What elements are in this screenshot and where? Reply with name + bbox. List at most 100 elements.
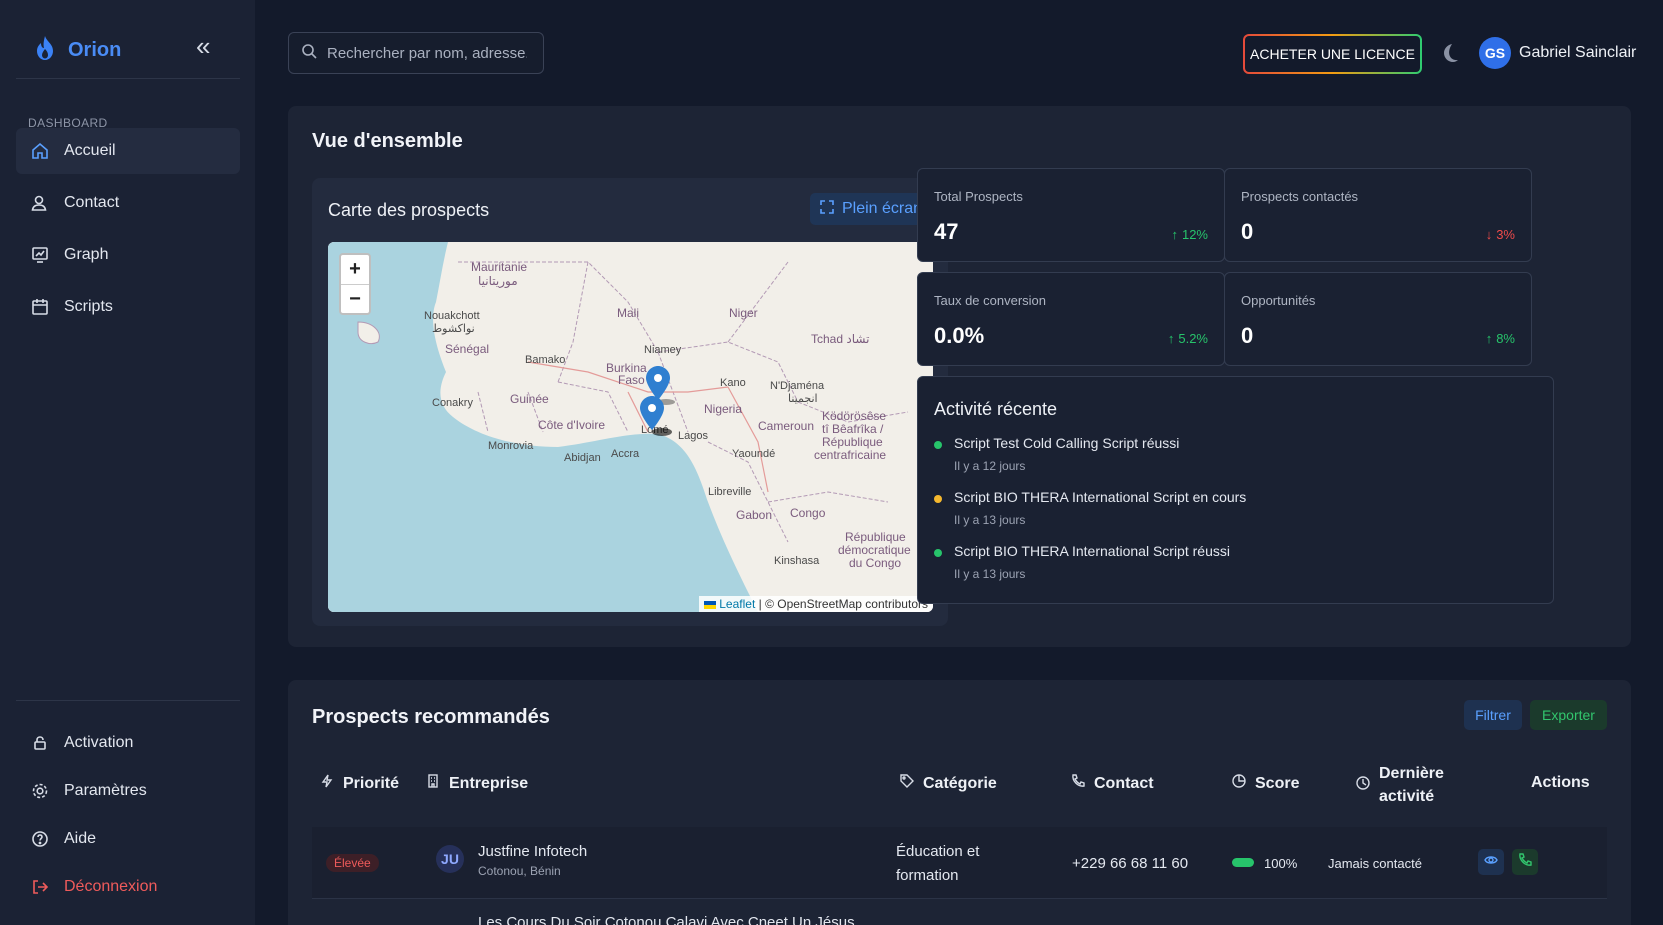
sidebar-item-parametres[interactable]: Paramètres (16, 768, 240, 814)
next-row-company-name[interactable]: Les Cours Du Soir Cotonou Calavi Avec Cn… (478, 914, 855, 925)
divider (16, 700, 240, 701)
sidebar-item-deconnexion[interactable]: Déconnexion (16, 864, 240, 910)
score-bar (1232, 858, 1254, 867)
sidebar-item-aide[interactable]: Aide (16, 816, 240, 862)
zoom-in-button[interactable]: + (341, 255, 369, 284)
category-line-1: Éducation et (896, 843, 980, 860)
column-header-priority[interactable]: Priorité (320, 774, 399, 793)
sidebar-item-activation[interactable]: Activation (16, 720, 240, 766)
arrow-up-icon: ↑ (1167, 331, 1175, 346)
activity-time: Il y a 12 jours (954, 459, 1026, 473)
sidebar-item-contact[interactable]: Contact (16, 180, 240, 226)
collapse-sidebar-icon[interactable]: « (196, 33, 220, 59)
sidebar-item-label: Scripts (64, 298, 113, 315)
sidebar-item-accueil[interactable]: Accueil (16, 128, 240, 174)
stat-trend: ↑ 12% (1171, 227, 1208, 242)
filter-button[interactable]: Filtrer (1464, 700, 1522, 730)
zoom-out-button[interactable]: − (341, 284, 369, 313)
sidebar-item-scripts[interactable]: Scripts (16, 284, 240, 330)
fullscreen-button[interactable]: Plein écran (810, 193, 932, 225)
map-label: Mauritanie (471, 260, 528, 274)
search-box[interactable] (288, 32, 544, 74)
column-label: Priorité (343, 774, 400, 792)
column-header-category[interactable]: Catégorie (900, 774, 997, 793)
category-line-2: formation (896, 867, 959, 884)
map-label: Niamey (644, 344, 682, 356)
column-label-line: Dernière (1379, 765, 1444, 782)
column-label: Entreprise (449, 774, 529, 792)
column-label: Dernière activité (1379, 762, 1444, 808)
stat-label: Opportunités (1241, 293, 1316, 308)
stat-value: 0 (1241, 219, 1254, 244)
clock-icon (1356, 775, 1370, 795)
logout-icon (30, 877, 50, 897)
lock-icon (30, 733, 50, 753)
trend-value: 8% (1496, 331, 1515, 346)
user-name[interactable]: Gabriel Sainclair (1519, 44, 1636, 62)
map-marker-icon[interactable] (640, 396, 672, 438)
map-card: Carte des prospects Plein écran Mauritan… (312, 178, 948, 626)
column-header-score[interactable]: Score (1232, 774, 1299, 793)
map-label: Abidjan (564, 452, 601, 464)
map-label: Nouakchott (424, 310, 480, 322)
chart-icon (30, 245, 50, 265)
map-label: République (845, 530, 906, 544)
ukraine-flag-icon (703, 600, 716, 609)
table-row[interactable]: Élevée JU Justfine Infotech Cotonou, Bén… (312, 827, 1607, 899)
prospects-map[interactable]: Mauritanie موريتانيا Nouakchott نواكشوط … (328, 242, 933, 612)
moon-icon[interactable] (1438, 42, 1460, 64)
stat-card-prospects-contactes: Prospects contactés 0 ↓ 3% (1224, 168, 1532, 262)
view-button[interactable] (1478, 849, 1504, 875)
map-title: Carte des prospects (328, 200, 490, 220)
column-label: Contact (1094, 774, 1154, 792)
map-label: République (822, 435, 883, 449)
building-icon (426, 774, 440, 793)
phone-number[interactable]: +229 66 68 11 60 (1072, 855, 1188, 872)
column-header-contact[interactable]: Contact (1071, 774, 1154, 793)
company-name[interactable]: Justfine Infotech (478, 843, 587, 860)
flame-icon (34, 35, 56, 66)
tag-icon (900, 774, 914, 793)
column-label: Actions (1531, 774, 1590, 791)
page-title: Vue d'ensemble (312, 130, 463, 152)
avatar[interactable]: GS (1479, 37, 1511, 69)
arrow-down-icon: ↓ (1485, 227, 1493, 242)
activity-time: Il y a 13 jours (954, 513, 1026, 527)
column-header-actions: Actions (1531, 774, 1590, 792)
search-input[interactable] (327, 44, 527, 62)
trend-value: 12% (1181, 227, 1208, 242)
column-header-last-activity[interactable]: Dernière activité (1356, 762, 1444, 808)
map-label: Guinée (510, 392, 549, 406)
column-label-line: activité (1379, 788, 1435, 805)
bolt-icon (320, 774, 334, 793)
stat-value: 47 (934, 219, 959, 244)
map-label: du Congo (849, 556, 902, 570)
fullscreen-label: Plein écran (841, 200, 923, 217)
sidebar-item-label: Graph (64, 246, 109, 263)
activity-text: Script BIO THERA International Script ré… (954, 543, 1230, 559)
calendar-icon (30, 297, 50, 317)
company-location: Cotonou, Bénin (478, 864, 561, 878)
sidebar-item-graph[interactable]: Graph (16, 232, 240, 278)
buy-license-button[interactable]: ACHETER UNE LICENCE (1243, 34, 1422, 74)
trend-value: 3% (1496, 227, 1515, 242)
overview-card: Vue d'ensemble Carte des prospects Plein… (288, 106, 1631, 647)
sidebar-item-label: Accueil (64, 142, 116, 159)
trend-value: 5.2% (1178, 331, 1208, 346)
map-label: Yaoundé (732, 448, 776, 460)
map-label: N'Djaména (770, 380, 825, 392)
brand[interactable]: Orion (34, 30, 121, 70)
map-label: Ködörösêse (822, 409, 887, 423)
brand-name: Orion (68, 38, 122, 61)
leaflet-link[interactable]: Leaflet (719, 597, 755, 611)
sidebar-item-label: Déconnexion (64, 878, 158, 895)
map-label: انجمينا (788, 393, 818, 405)
export-button[interactable]: Exporter (1530, 700, 1607, 730)
stat-label: Total Prospects (934, 189, 1023, 204)
map-attribution: Leaflet | © OpenStreetMap contributors (698, 596, 933, 612)
status-dot (934, 495, 942, 503)
call-button[interactable] (1512, 849, 1538, 875)
column-header-company[interactable]: Entreprise (426, 774, 528, 793)
map-label: Sénégal (445, 342, 490, 356)
map-label: Bamako (525, 354, 566, 366)
